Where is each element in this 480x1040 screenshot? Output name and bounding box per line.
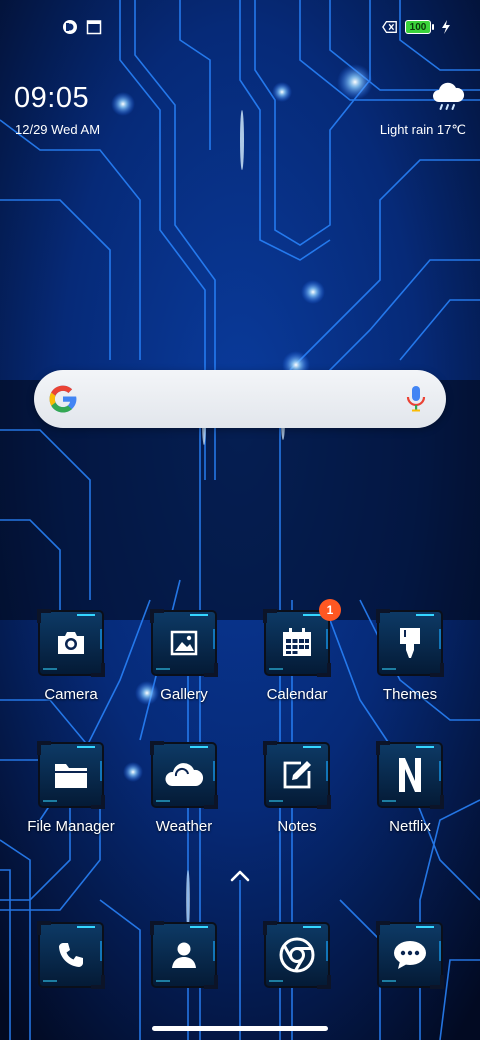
status-bar: 100 — [0, 0, 480, 56]
pencil-square-icon — [263, 741, 331, 809]
app-label: File Manager — [27, 818, 115, 835]
app-drawer-arrow-icon[interactable] — [228, 866, 252, 886]
mic-icon[interactable] — [406, 385, 426, 413]
home-indicator[interactable] — [152, 1026, 328, 1031]
dock-phone[interactable] — [16, 921, 126, 989]
app-gallery[interactable]: Gallery — [129, 609, 239, 703]
phone-icon — [37, 921, 105, 989]
google-logo — [48, 384, 78, 414]
app-label: Gallery — [160, 686, 208, 703]
app-label: Notes — [277, 818, 317, 835]
charging-icon — [438, 19, 454, 35]
calendar-icon — [263, 609, 331, 677]
netflix-icon — [376, 741, 444, 809]
app-themes[interactable]: Themes — [355, 609, 465, 703]
app-notification-icon — [62, 19, 78, 35]
person-icon — [150, 921, 218, 989]
chat-bubble-icon — [376, 921, 444, 989]
sun-cloud-icon — [150, 741, 218, 809]
image-icon — [150, 609, 218, 677]
app-netflix[interactable]: Netflix — [355, 741, 465, 835]
battery-icon: 100 — [405, 20, 434, 34]
paintbrush-icon — [376, 609, 444, 677]
no-sim-icon — [382, 19, 398, 35]
cloud-rain-icon — [430, 82, 466, 112]
app-camera[interactable]: Camera — [16, 609, 126, 703]
app-label: Netflix — [389, 818, 431, 835]
weather-text: Light rain 17℃ — [379, 122, 466, 137]
chrome-icon — [263, 921, 331, 989]
notification-badge: 1 — [319, 599, 341, 621]
clock-time[interactable]: 09:05 — [14, 82, 89, 115]
dock-contacts[interactable] — [129, 921, 239, 989]
dock-messages[interactable] — [355, 921, 465, 989]
folder-icon — [37, 741, 105, 809]
dock-chrome[interactable] — [242, 921, 352, 989]
camera-icon — [37, 609, 105, 677]
app-label: Weather — [155, 818, 213, 835]
app-weather[interactable]: Weather — [129, 741, 239, 835]
app-notes[interactable]: Notes — [242, 741, 352, 835]
app-file-manager[interactable]: File Manager — [16, 741, 126, 835]
weather-widget[interactable]: Light rain 17℃ — [326, 82, 466, 142]
app-label: Themes — [382, 686, 438, 703]
app-calendar[interactable]: 1 Calendar — [242, 599, 352, 703]
google-search-bar[interactable] — [34, 370, 446, 428]
calendar-notification-icon — [86, 19, 102, 35]
clock-date[interactable]: 12/29 Wed AM — [15, 122, 100, 137]
app-label: Calendar — [266, 686, 328, 703]
app-label: Camera — [44, 686, 98, 703]
